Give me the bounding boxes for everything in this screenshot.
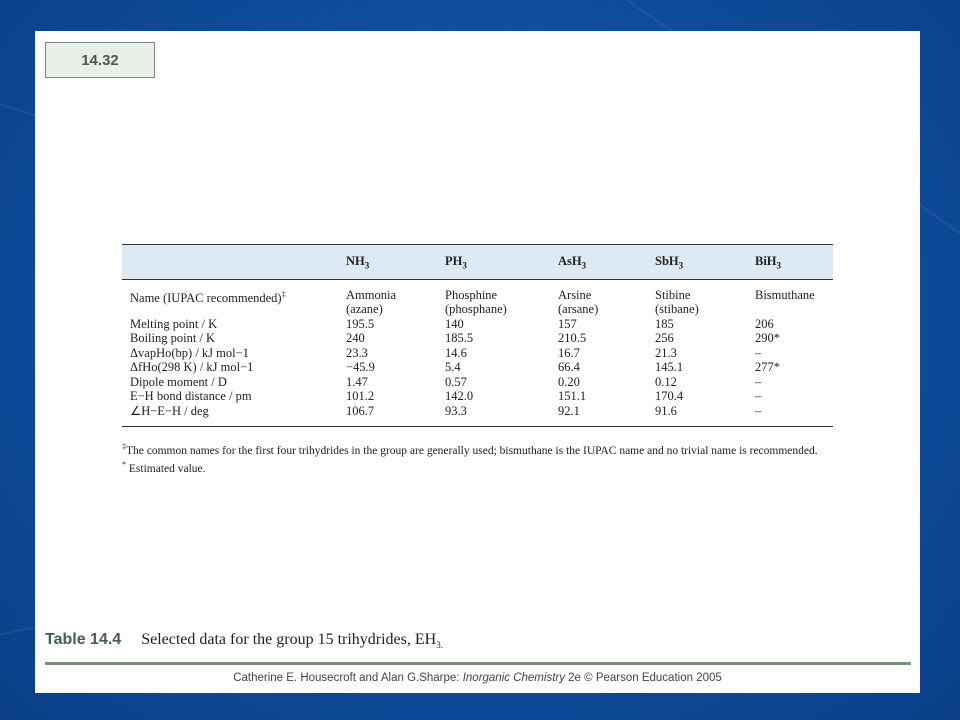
slide: 14.32 NH3 PH3 AsH3 SbH3 BiH3 Name (IUPAC… — [35, 31, 920, 693]
table-cell: Ammonia (azane) — [346, 287, 396, 317]
table-cell: – — [755, 389, 762, 403]
footnote: * Estimated value. — [122, 459, 206, 475]
table-cell: 66.4 — [558, 360, 580, 374]
table-cell: 185 — [655, 316, 674, 331]
table-cell: 206 — [755, 316, 774, 331]
table-cell: 145.1 — [655, 360, 684, 374]
table-cell: Phosphine (phosphane) — [445, 287, 507, 317]
table-cell: 185.5 — [445, 331, 474, 345]
column-header: AsH3 — [558, 244, 655, 280]
table-cell: 210.5 — [558, 331, 587, 345]
row-label: Dipole moment / D — [130, 374, 227, 389]
table-cell: 0.20 — [558, 374, 580, 389]
table-cell: 101.2 — [346, 389, 375, 403]
table-cell: Arsine (arsane) — [558, 287, 599, 317]
table-cell: 140 — [445, 316, 464, 331]
table-cell: 93.3 — [445, 403, 467, 418]
table-cell: 240 — [346, 331, 365, 345]
table-cell: 1.47 — [346, 374, 368, 389]
caption-label: Table 14.4 — [45, 631, 122, 648]
table-cell: 16.7 — [558, 345, 580, 360]
table-cell: 277* — [755, 360, 780, 374]
table-cell: 23.3 — [346, 345, 368, 360]
table-cell: Stibine (stibane) — [655, 287, 699, 317]
table-cell: Bismuthane — [755, 287, 815, 302]
caption-text: Selected data for the group 15 trihydrid… — [141, 631, 443, 651]
table-cell: 14.6 — [445, 345, 467, 360]
table-row: ∠H−E−H / deg 106.7 93.3 92.1 91.6 – — [122, 404, 833, 427]
table-cell: 0.57 — [445, 374, 467, 389]
slide-number-badge: 14.32 — [45, 42, 155, 78]
row-label: ΔfHo(298 K) / kJ mol−1 — [130, 360, 254, 374]
data-table: NH3 PH3 AsH3 SbH3 BiH3 Name (IUPAC recom… — [122, 244, 833, 427]
table-row: Name (IUPAC recommended)‡ Ammonia (azane)… — [122, 279, 833, 317]
table-cell: 290* — [755, 331, 780, 345]
table-caption: Table 14.4 Selected data for the group 1… — [45, 631, 443, 650]
table-row: Melting point / K 195.5 140 157 185 206 — [122, 317, 833, 332]
table-cell: – — [755, 345, 762, 360]
table-cell: −45.9 — [346, 360, 375, 374]
column-header: PH3 — [445, 244, 558, 280]
column-header: SbH3 — [655, 244, 755, 280]
table-cell: 106.7 — [346, 403, 375, 418]
row-label: Melting point / K — [130, 316, 218, 331]
table-cell: – — [755, 374, 762, 389]
footnotes: ‡The common names for the first four tri… — [122, 440, 833, 476]
footnote: ‡The common names for the first four tri… — [122, 442, 818, 457]
table-row: Boiling point / K 240 185.5 210.5 256 29… — [122, 331, 833, 346]
column-header-blank — [122, 244, 346, 280]
table-cell: 195.5 — [346, 316, 375, 331]
row-label: ∠H−E−H / deg — [130, 403, 209, 418]
table-header-row: NH3 PH3 AsH3 SbH3 BiH3 — [122, 244, 833, 280]
caption-divider — [45, 662, 911, 665]
row-label: Name (IUPAC recommended)‡ — [130, 289, 286, 305]
table-cell: 157 — [558, 316, 577, 331]
table-cell: 21.3 — [655, 345, 677, 360]
table-cell: 170.4 — [655, 389, 684, 403]
source-credit: Catherine E. Housecroft and Alan G.Sharp… — [233, 672, 722, 684]
table-cell: 0.12 — [655, 374, 677, 389]
table-row: ΔvapHo(bp) / kJ mol−1 23.3 14.6 16.7 21.… — [122, 346, 833, 361]
column-header: NH3 — [346, 244, 445, 280]
table-cell: 5.4 — [445, 360, 461, 374]
table-row: ΔfHo(298 K) / kJ mol−1 −45.9 5.4 66.4 14… — [122, 360, 833, 375]
row-label: E−H bond distance / pm — [130, 389, 252, 403]
table-cell: 151.1 — [558, 389, 587, 403]
column-header: BiH3 — [755, 244, 833, 280]
table-cell: 256 — [655, 331, 674, 345]
row-label: Boiling point / K — [130, 331, 216, 345]
table-cell: – — [755, 403, 762, 418]
table-row: Dipole moment / D 1.47 0.57 0.20 0.12 – — [122, 375, 833, 390]
row-label: ΔvapHo(bp) / kJ mol−1 — [130, 345, 249, 360]
table-row: E−H bond distance / pm 101.2 142.0 151.1… — [122, 389, 833, 404]
table-cell: 142.0 — [445, 389, 474, 403]
table-cell: 91.6 — [655, 403, 677, 418]
table-cell: 92.1 — [558, 403, 580, 418]
